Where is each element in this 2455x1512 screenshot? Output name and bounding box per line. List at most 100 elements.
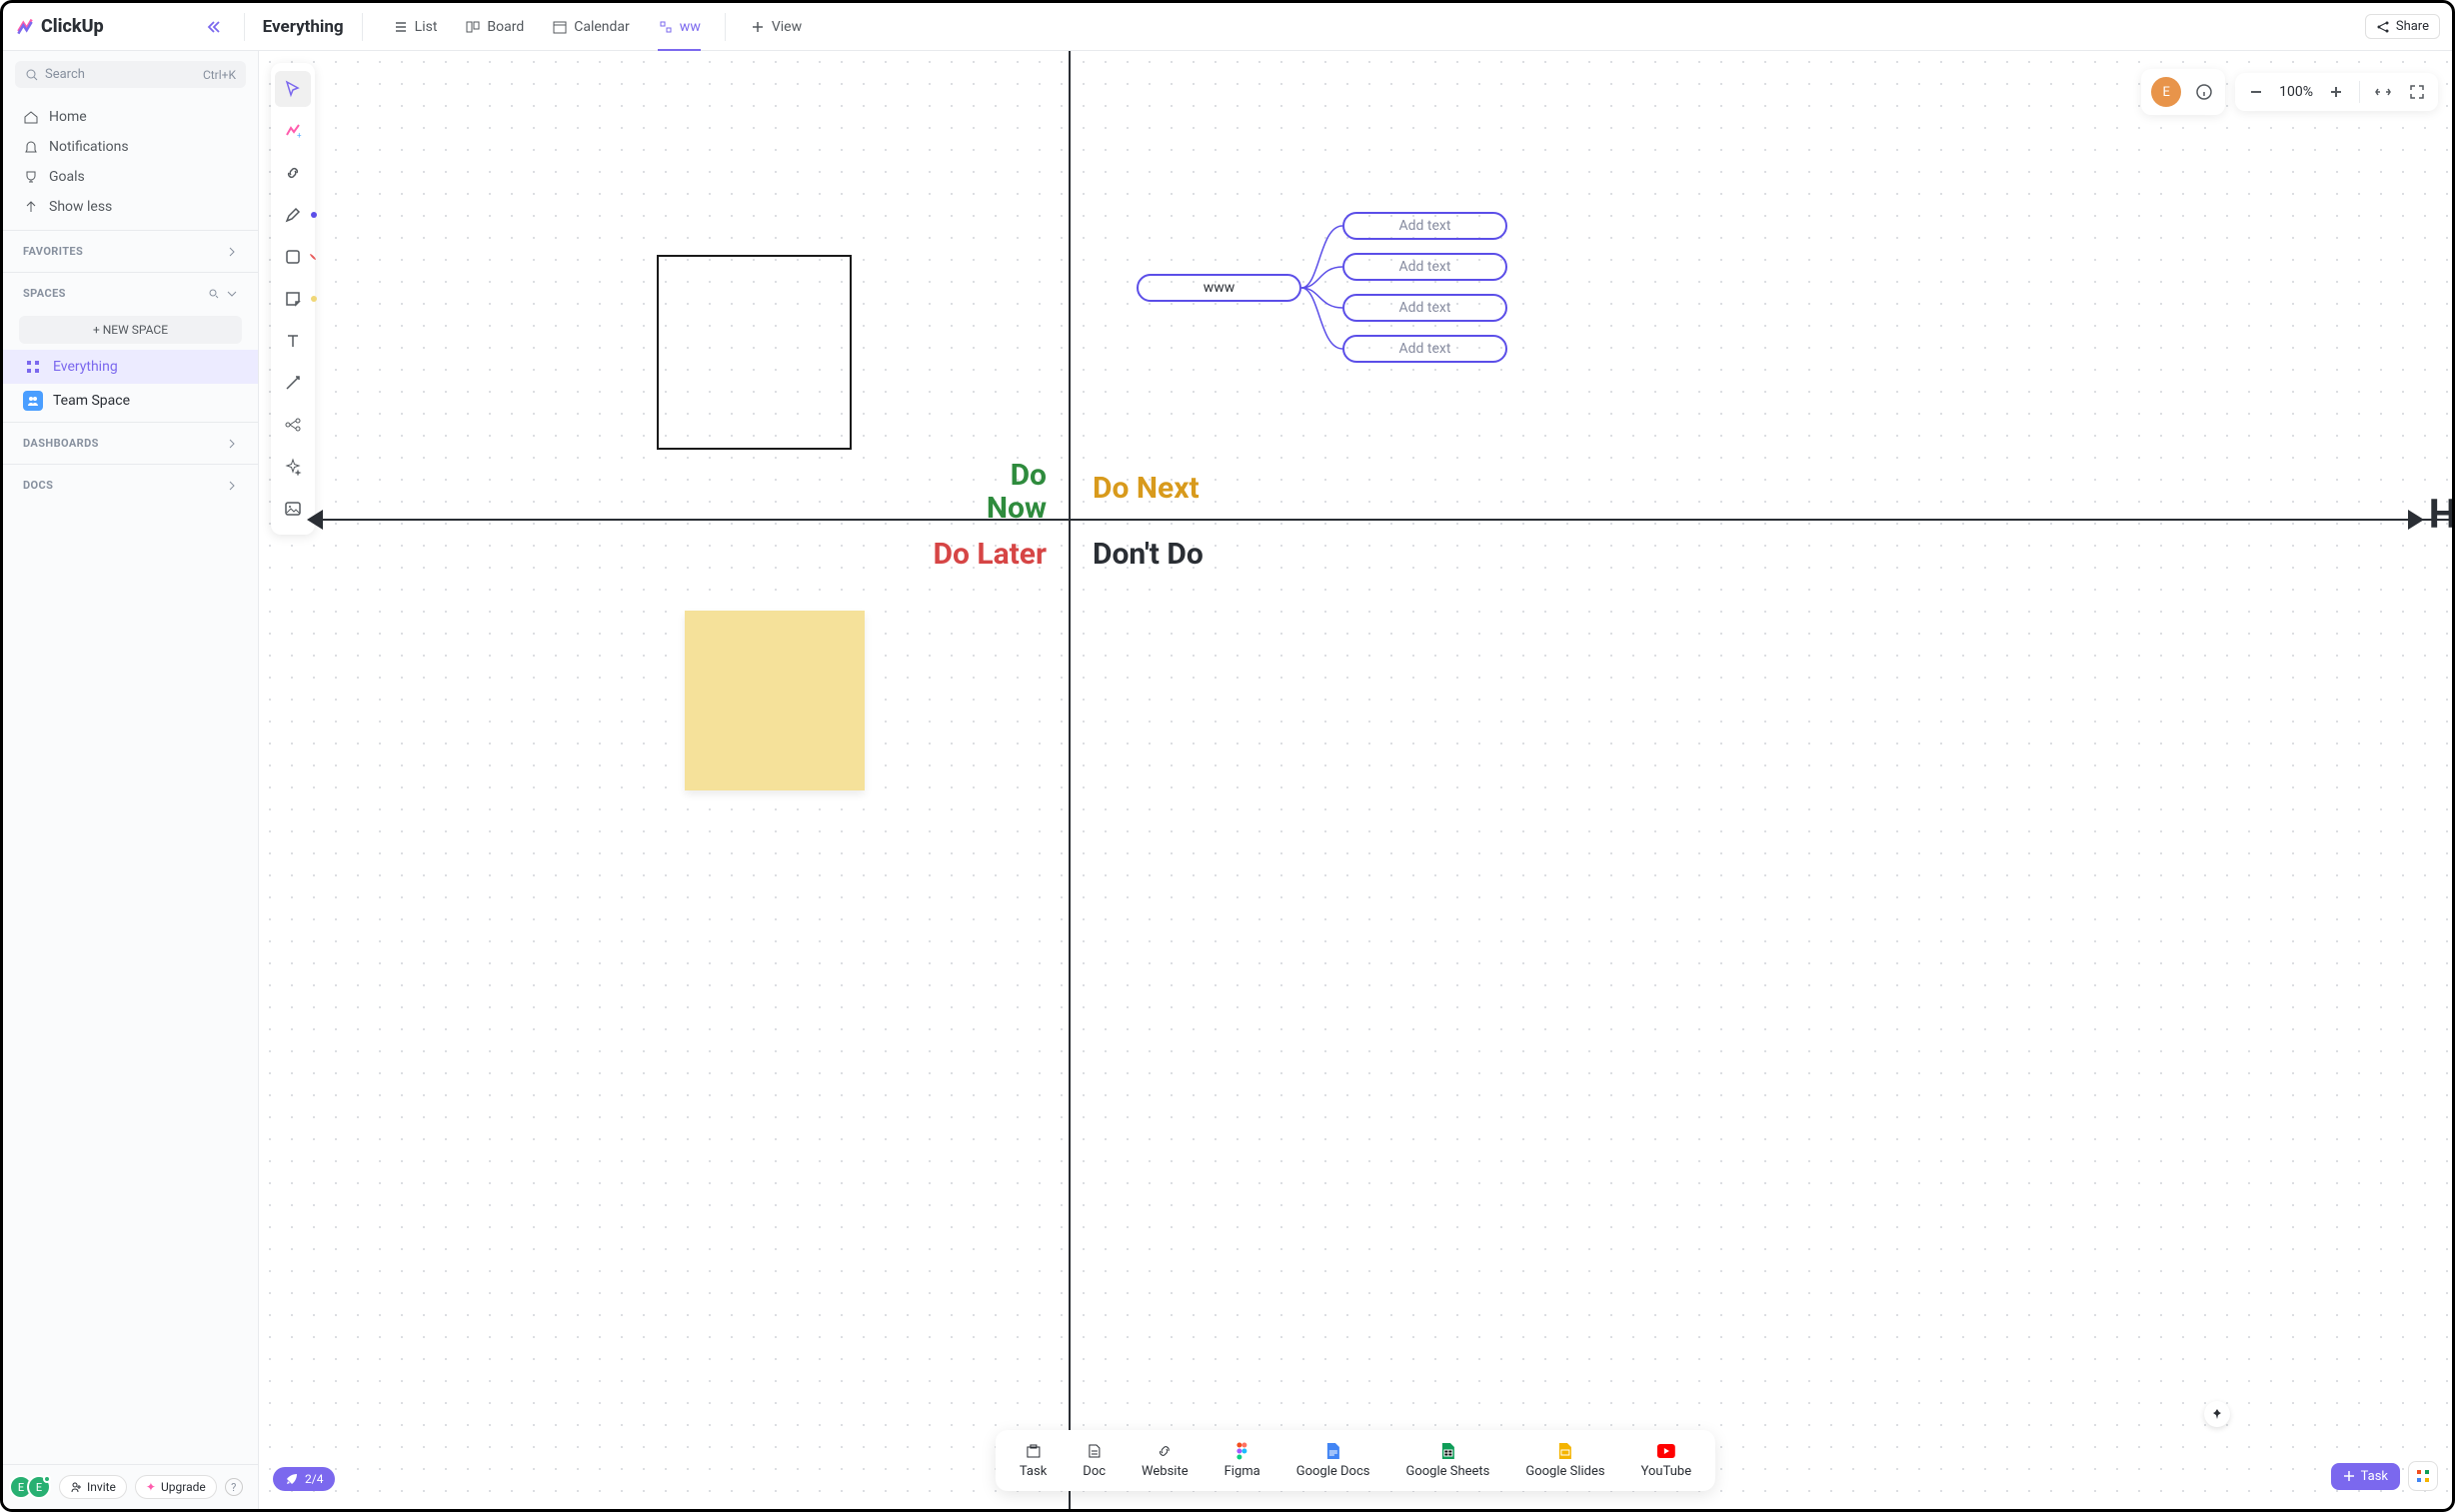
new-task-button[interactable]: Task bbox=[2331, 1463, 2400, 1490]
shape-rectangle[interactable] bbox=[657, 255, 852, 450]
bell-icon bbox=[23, 139, 39, 155]
rocket-icon bbox=[285, 1472, 299, 1486]
search-icon[interactable] bbox=[208, 288, 220, 300]
insert-google-docs[interactable]: Google Docs bbox=[1278, 1438, 1388, 1483]
favorites-header[interactable]: FAVORITES bbox=[3, 235, 258, 268]
top-bar: ClickUp Everything List Board Calendar w… bbox=[3, 3, 2452, 51]
tab-board[interactable]: Board bbox=[451, 3, 538, 51]
view-tabs: List Board Calendar ww View bbox=[379, 3, 816, 51]
search-icon bbox=[25, 68, 39, 82]
arrow-right-icon bbox=[2408, 510, 2424, 530]
divider bbox=[3, 464, 258, 465]
tab-add-view[interactable]: View bbox=[736, 3, 816, 51]
insert-website[interactable]: Website bbox=[1124, 1438, 1207, 1483]
mindmap-child[interactable]: Add text bbox=[1342, 294, 1507, 322]
divider bbox=[3, 272, 258, 273]
logo-icon bbox=[15, 17, 35, 37]
trophy-icon bbox=[23, 169, 39, 185]
chevron-right-icon bbox=[226, 246, 238, 258]
gdocs-icon bbox=[1324, 1442, 1342, 1460]
quadrant-do-next[interactable]: Do Next bbox=[1093, 471, 1200, 506]
whiteboard-canvas[interactable]: + E 100% bbox=[259, 51, 2452, 1509]
apps-button[interactable] bbox=[2408, 1461, 2438, 1491]
share-button[interactable]: Share bbox=[2365, 14, 2440, 39]
dashboards-header[interactable]: DASHBOARDS bbox=[3, 427, 258, 460]
nav-home[interactable]: Home bbox=[3, 102, 258, 132]
gslides-icon bbox=[1556, 1442, 1574, 1460]
spaces-header[interactable]: SPACES bbox=[3, 277, 258, 310]
axis-vertical[interactable] bbox=[1069, 51, 1071, 1509]
bottom-right-actions: Task bbox=[2331, 1461, 2438, 1491]
link-icon bbox=[1156, 1442, 1174, 1460]
everything-icon bbox=[23, 357, 43, 377]
chevron-double-left-icon bbox=[206, 19, 222, 35]
sticky-note[interactable] bbox=[685, 611, 865, 790]
insert-youtube[interactable]: YouTube bbox=[1623, 1438, 1710, 1483]
sidebar: Search Ctrl+K Home Notifications Goals bbox=[3, 51, 259, 1509]
tab-whiteboard[interactable]: ww bbox=[644, 3, 715, 51]
space-team[interactable]: Team Space bbox=[3, 384, 258, 418]
axis-horizontal[interactable] bbox=[317, 519, 2452, 521]
divider bbox=[3, 422, 258, 423]
presence-dot bbox=[43, 1475, 51, 1483]
collapse-sidebar-button[interactable] bbox=[194, 19, 234, 35]
tab-list[interactable]: List bbox=[379, 3, 452, 51]
chevron-right-icon bbox=[226, 480, 238, 492]
insert-google-sheets[interactable]: Google Sheets bbox=[1387, 1438, 1507, 1483]
quadrant-do-now[interactable]: Do Now bbox=[987, 459, 1047, 525]
team-icon bbox=[23, 391, 43, 411]
divider bbox=[244, 13, 245, 41]
divider bbox=[3, 230, 258, 231]
insert-figma[interactable]: Figma bbox=[1207, 1438, 1278, 1483]
doc-icon bbox=[1086, 1442, 1104, 1460]
gsheets-icon bbox=[1438, 1442, 1456, 1460]
divider bbox=[725, 13, 726, 41]
chevron-down-icon[interactable] bbox=[226, 288, 238, 300]
insert-google-slides[interactable]: Google Slides bbox=[1507, 1438, 1622, 1483]
logo: ClickUp bbox=[15, 16, 194, 37]
divider bbox=[362, 13, 363, 41]
chevron-right-icon bbox=[226, 438, 238, 450]
help-button[interactable]: ? bbox=[225, 1478, 243, 1496]
plus-icon bbox=[750, 19, 766, 35]
logo-text: ClickUp bbox=[41, 16, 104, 37]
quadrant-do-later[interactable]: Do Later bbox=[933, 537, 1047, 572]
insert-doc[interactable]: Doc bbox=[1065, 1438, 1124, 1483]
sidebar-footer: E E Invite ✦ Upgrade ? bbox=[3, 1464, 258, 1509]
insert-task[interactable]: Task bbox=[1002, 1438, 1065, 1483]
mindmap-child[interactable]: Add text bbox=[1342, 335, 1507, 363]
mindmap-child[interactable]: Add text bbox=[1342, 253, 1507, 281]
space-everything[interactable]: Everything bbox=[3, 350, 258, 384]
invite-button[interactable]: Invite bbox=[59, 1475, 127, 1499]
calendar-icon bbox=[552, 19, 568, 35]
upgrade-button[interactable]: ✦ Upgrade bbox=[135, 1475, 217, 1499]
mindmap-root[interactable]: www bbox=[1137, 274, 1301, 302]
home-icon bbox=[23, 109, 39, 125]
canvas-content: Do Now Do Next Do Later Don't Do H www A… bbox=[259, 51, 2452, 1509]
sparkle-icon: ✦ bbox=[146, 1480, 156, 1494]
progress-pill[interactable]: 2/4 bbox=[273, 1467, 335, 1491]
list-icon bbox=[393, 19, 409, 35]
axis-label: H bbox=[2429, 491, 2452, 538]
avatar-stack[interactable]: E E bbox=[15, 1475, 51, 1499]
quadrant-dont-do[interactable]: Don't Do bbox=[1093, 537, 1204, 572]
share-icon bbox=[2376, 20, 2390, 34]
breadcrumb[interactable]: Everything bbox=[255, 17, 352, 37]
nav-showless[interactable]: Show less bbox=[3, 192, 258, 222]
search-input[interactable]: Search Ctrl+K bbox=[15, 61, 246, 88]
search-kbd: Ctrl+K bbox=[203, 68, 236, 82]
nav-goals[interactable]: Goals bbox=[3, 162, 258, 192]
tab-calendar[interactable]: Calendar bbox=[538, 3, 644, 51]
arrow-left-icon bbox=[307, 510, 323, 530]
whiteboard-icon bbox=[658, 19, 674, 35]
arrow-up-icon bbox=[23, 199, 39, 215]
docs-header[interactable]: DOCS bbox=[3, 469, 258, 502]
pin-icon bbox=[2211, 1408, 2223, 1420]
youtube-icon bbox=[1657, 1442, 1675, 1460]
nav-notifications[interactable]: Notifications bbox=[3, 132, 258, 162]
pin-button[interactable] bbox=[2204, 1401, 2230, 1427]
apps-grid-icon bbox=[2416, 1469, 2430, 1483]
new-space-button[interactable]: + NEW SPACE bbox=[19, 316, 242, 344]
mindmap-child[interactable]: Add text bbox=[1342, 212, 1507, 240]
insert-toolbar: Task Doc Website Figma Google Docs bbox=[996, 1430, 1715, 1491]
